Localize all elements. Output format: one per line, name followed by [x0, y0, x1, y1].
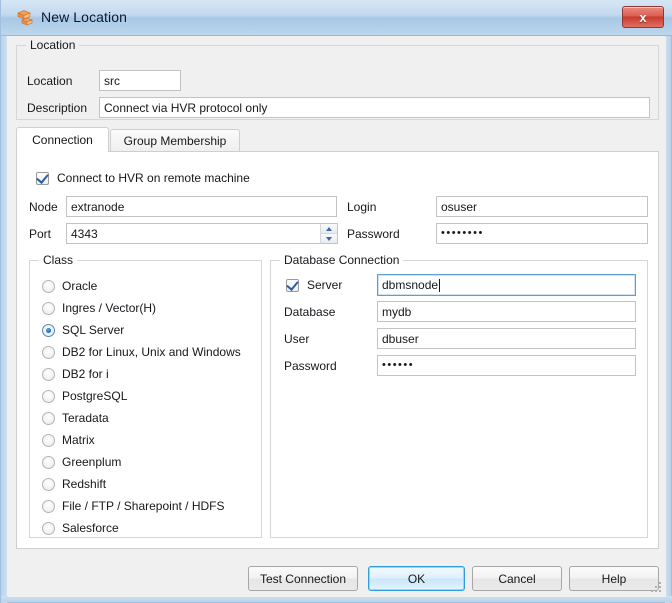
- db-user-label: User: [284, 332, 310, 346]
- port-spinner-up[interactable]: [321, 224, 337, 233]
- radio-ingres-vector[interactable]: Ingres / Vector(H): [42, 297, 156, 319]
- radio-file-ftp-sharepoint-hdfs-label: File / FTP / Sharepoint / HDFS: [62, 499, 225, 513]
- radio-icon: [42, 477, 55, 491]
- text-caret: [439, 278, 441, 292]
- radio-matrix[interactable]: Matrix: [42, 429, 95, 451]
- port-label: Port: [29, 227, 52, 241]
- cancel-button-label: Cancel: [498, 571, 536, 586]
- radio-oracle-label: Oracle: [62, 279, 98, 293]
- location-input[interactable]: src: [99, 70, 181, 91]
- node-input[interactable]: extranode: [66, 196, 337, 217]
- tab-connection-label: Connection: [32, 133, 93, 147]
- server-input[interactable]: dbmsnode: [377, 274, 636, 296]
- checkmark-icon: [36, 171, 49, 184]
- tab-page-connection: Connect to HVR on remote machine Node ex…: [16, 151, 659, 549]
- radio-icon: [42, 521, 55, 535]
- database-connection-group-title: Database Connection: [280, 253, 404, 267]
- server-input-value: dbmsnode: [382, 278, 439, 292]
- radio-redshift-label: Redshift: [62, 477, 107, 491]
- ok-button-label: OK: [407, 571, 426, 586]
- radio-ingres-vector-label: Ingres / Vector(H): [62, 301, 157, 315]
- radio-icon: [42, 411, 55, 425]
- locations-icon: [15, 9, 35, 27]
- radio-oracle[interactable]: Oracle: [42, 275, 97, 297]
- database-input[interactable]: mydb: [377, 301, 636, 322]
- radio-icon: [42, 455, 55, 469]
- tab-group-membership[interactable]: Group Membership: [110, 129, 240, 151]
- tab-strip: Connection Group Membership: [16, 127, 659, 152]
- server-checkbox[interactable]: [286, 278, 299, 292]
- radio-selected-icon: [42, 323, 55, 337]
- radio-matrix-label: Matrix: [62, 433, 95, 447]
- window-title: New Location: [41, 9, 128, 25]
- help-button[interactable]: Help: [569, 566, 659, 591]
- title-bar[interactable]: New Location x: [1, 0, 672, 36]
- location-group: Location Location src Description Connec…: [16, 38, 659, 120]
- radio-sql-server-label: SQL Server: [62, 323, 125, 337]
- radio-sql-server[interactable]: SQL Server: [42, 319, 124, 341]
- node-label: Node: [29, 200, 58, 214]
- radio-redshift[interactable]: Redshift: [42, 473, 106, 495]
- radio-file-ftp-sharepoint-hdfs[interactable]: File / FTP / Sharepoint / HDFS: [42, 495, 225, 517]
- radio-icon: [42, 499, 55, 513]
- radio-db2-for-i-label: DB2 for i: [62, 367, 109, 381]
- radio-greenplum-label: Greenplum: [62, 455, 122, 469]
- database-connection-group: Database Connection Server dbmsnode Data…: [270, 253, 648, 538]
- radio-greenplum[interactable]: Greenplum: [42, 451, 121, 473]
- database-label: Database: [284, 305, 336, 319]
- class-group-title: Class: [39, 253, 78, 267]
- login-label: Login: [347, 200, 377, 214]
- tab-connection[interactable]: Connection: [16, 127, 109, 152]
- radio-teradata[interactable]: Teradata: [42, 407, 109, 429]
- radio-db2-luw-label: DB2 for Linux, Unix and Windows: [62, 345, 241, 359]
- db-password-input[interactable]: ••••••: [377, 355, 636, 376]
- resize-grip[interactable]: [650, 581, 662, 593]
- location-label: Location: [27, 74, 73, 88]
- server-label: Server: [307, 278, 343, 292]
- port-input[interactable]: 4343: [66, 223, 337, 244]
- db-password-value: ••••••: [382, 359, 415, 371]
- hvr-password-input[interactable]: ••••••••: [436, 223, 648, 244]
- chevron-down-icon: [326, 236, 332, 241]
- radio-db2-luw[interactable]: DB2 for Linux, Unix and Windows: [42, 341, 241, 363]
- radio-postgresql[interactable]: PostgreSQL: [42, 385, 127, 407]
- db-password-label: Password: [284, 359, 337, 373]
- hvr-password-value: ••••••••: [441, 227, 484, 239]
- description-label: Description: [27, 101, 88, 115]
- window-frame-left: [1, 0, 7, 603]
- login-input[interactable]: osuser: [436, 196, 648, 217]
- port-spinner[interactable]: [320, 223, 338, 244]
- hvr-password-label: Password: [347, 227, 400, 241]
- radio-icon: [42, 301, 55, 315]
- radio-db2-for-i[interactable]: DB2 for i: [42, 363, 109, 385]
- radio-icon: [42, 433, 55, 447]
- radio-icon: [42, 345, 55, 359]
- checkmark-icon: [286, 278, 299, 291]
- chevron-up-icon: [326, 226, 332, 231]
- radio-teradata-label: Teradata: [62, 411, 109, 425]
- close-button[interactable]: x: [622, 6, 664, 28]
- cancel-button[interactable]: Cancel: [472, 566, 562, 591]
- radio-postgresql-label: PostgreSQL: [62, 389, 128, 403]
- dialog-client-area: Location Location src Description Connec…: [8, 37, 666, 597]
- class-group: Class Oracle Ingres / Vector(H) SQL Serv…: [29, 253, 262, 539]
- radio-icon: [42, 279, 55, 293]
- radio-icon: [42, 367, 55, 381]
- port-spinner-down[interactable]: [321, 233, 337, 243]
- close-icon: x: [639, 9, 647, 25]
- test-connection-button-label: Test Connection: [259, 571, 347, 586]
- radio-salesforce-label: Salesforce: [62, 521, 119, 535]
- connect-remote-label: Connect to HVR on remote machine: [57, 171, 250, 185]
- location-group-title: Location: [26, 38, 80, 52]
- description-input[interactable]: Connect via HVR protocol only: [99, 97, 650, 118]
- help-button-label: Help: [601, 571, 627, 586]
- tab-group-membership-label: Group Membership: [123, 133, 227, 148]
- test-connection-button[interactable]: Test Connection: [248, 566, 358, 591]
- radio-icon: [42, 389, 55, 403]
- db-user-input[interactable]: dbuser: [377, 328, 636, 349]
- connect-remote-checkbox[interactable]: [36, 171, 49, 185]
- radio-salesforce[interactable]: Salesforce: [42, 517, 119, 539]
- dialog-window: New Location x Location Location src Des…: [0, 0, 672, 603]
- ok-button[interactable]: OK: [368, 566, 465, 591]
